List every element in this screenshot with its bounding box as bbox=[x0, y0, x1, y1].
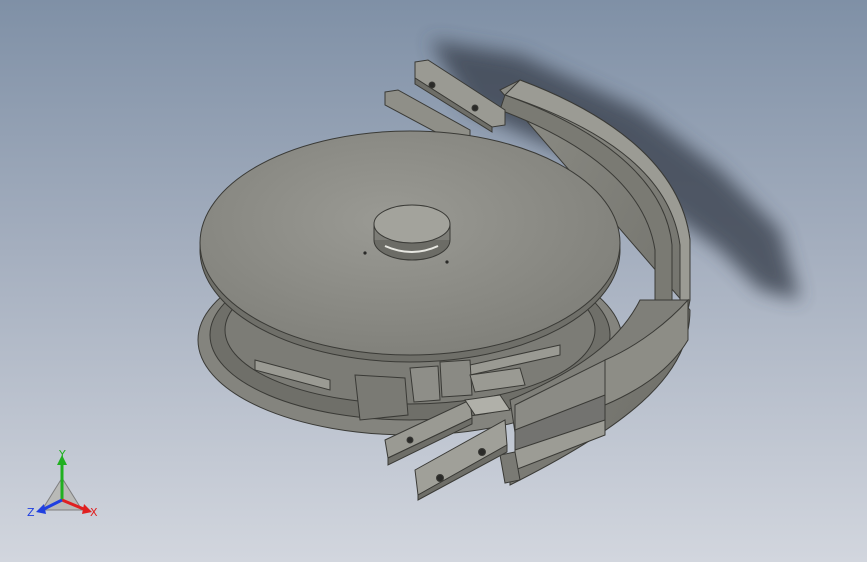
graphics-viewport[interactable]: Y X Z bbox=[0, 0, 867, 562]
model-view[interactable] bbox=[0, 0, 867, 562]
